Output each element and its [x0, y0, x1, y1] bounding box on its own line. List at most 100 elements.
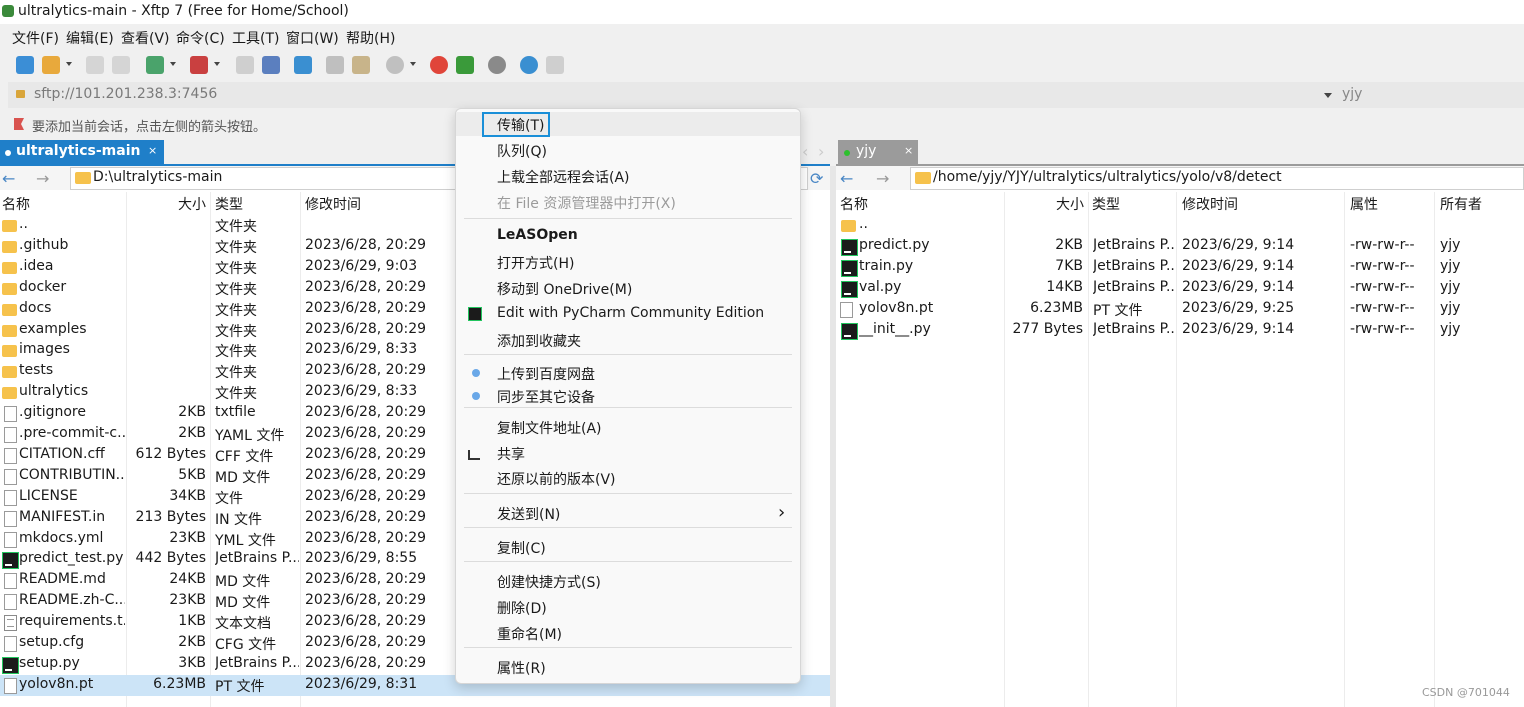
- menu-file[interactable]: 文件(F): [12, 28, 59, 48]
- menu-item-2[interactable]: 上载全部远程会话(A): [456, 164, 800, 188]
- column-type[interactable]: 类型: [1092, 194, 1120, 214]
- stop-icon[interactable]: [386, 56, 404, 74]
- cell-type: MD 文件: [215, 469, 271, 486]
- menu-item-15[interactable]: 共享: [456, 441, 800, 465]
- menu-item-18[interactable]: 发送到(N) ›: [456, 501, 800, 525]
- connect-icon[interactable]: [86, 56, 104, 74]
- column-size[interactable]: 大小: [178, 194, 206, 214]
- cell-size: 2KB: [1055, 236, 1083, 253]
- column-name[interactable]: 名称: [2, 194, 30, 214]
- cell-perm: -rw-rw-r--: [1350, 236, 1415, 253]
- menu-item-0[interactable]: 传输(T): [456, 112, 800, 137]
- paste-icon[interactable]: [352, 56, 370, 74]
- menu-item-20[interactable]: 复制(C): [456, 535, 800, 559]
- cell-size: 23KB: [169, 592, 206, 609]
- back-arrow-icon[interactable]: ←: [840, 169, 853, 188]
- table-row[interactable]: yolov8n.pt 6.23MB PT 文件 2023/6/29, 9:25 -rw-…: [836, 299, 1524, 320]
- cell-modified: 2023/6/28, 20:29: [305, 299, 427, 316]
- menu-window[interactable]: 窗口(W): [286, 28, 339, 48]
- cell-name: predict_test.py: [19, 550, 124, 567]
- cell-name: ultralytics: [19, 383, 89, 400]
- address-bar[interactable]: sftp://101.201.238.3:7456: [8, 82, 1338, 108]
- menu-item-7[interactable]: 移动到 OneDrive(M): [456, 276, 800, 300]
- menu-item-24[interactable]: 重命名(M): [456, 621, 800, 645]
- cell-modified: 2023/6/29, 9:25: [1182, 299, 1295, 316]
- cell-perm: -rw-rw-r--: [1350, 299, 1415, 316]
- back-arrow-icon[interactable]: ←: [2, 169, 15, 188]
- tab-prev-icon[interactable]: ‹: [802, 142, 808, 161]
- menu-item-11[interactable]: 上传到百度网盘: [456, 361, 800, 385]
- column-type[interactable]: 类型: [215, 194, 243, 214]
- record-icon[interactable]: [430, 56, 448, 74]
- column-owner[interactable]: 所有者: [1440, 194, 1482, 214]
- help-icon[interactable]: [520, 56, 538, 74]
- settings-icon[interactable]: [488, 56, 506, 74]
- column-name[interactable]: 名称: [840, 194, 868, 214]
- table-row[interactable]: val.py 14KB JetBrains P... 2023/6/29, 9:14 -…: [836, 278, 1524, 299]
- menu-item-12[interactable]: 同步至其它设备: [456, 384, 800, 408]
- table-row[interactable]: __init__.py 277 Bytes JetBrains P... 2023/6…: [836, 320, 1524, 341]
- menu-item-22[interactable]: 创建快捷方式(S): [456, 569, 800, 593]
- menu-item-23[interactable]: 删除(D): [456, 595, 800, 619]
- menu-command[interactable]: 命令(C): [176, 28, 225, 48]
- tab-status-dot: [5, 150, 11, 156]
- menu-view[interactable]: 查看(V): [121, 28, 170, 48]
- menu-item-6[interactable]: 打开方式(H): [456, 250, 800, 274]
- folder-icon: [2, 387, 17, 400]
- chat-icon[interactable]: [546, 56, 564, 74]
- menu-edit[interactable]: 编辑(E): [66, 28, 114, 48]
- column-size[interactable]: 大小: [1056, 194, 1084, 214]
- column-modified[interactable]: 修改时间: [305, 194, 361, 214]
- column-modified[interactable]: 修改时间: [1182, 194, 1238, 214]
- cell-modified: 2023/6/28, 20:29: [305, 466, 427, 483]
- table-row[interactable]: predict.py 2KB JetBrains P... 2023/6/29, 9:…: [836, 236, 1524, 257]
- column-attributes[interactable]: 属性: [1350, 194, 1378, 214]
- cell-size: 612 Bytes: [135, 445, 206, 462]
- menu-item-9[interactable]: 添加到收藏夹: [456, 328, 800, 352]
- transfer-icon[interactable]: [262, 56, 280, 74]
- close-icon[interactable]: ×: [148, 144, 157, 157]
- cell-size: 1KB: [178, 613, 206, 630]
- new-tab-icon[interactable]: [146, 56, 164, 74]
- menu-item-label: 共享: [497, 447, 525, 463]
- menu-tools[interactable]: 工具(T): [232, 28, 279, 48]
- cell-size: 2KB: [178, 634, 206, 650]
- menu-help[interactable]: 帮助(H): [346, 28, 395, 48]
- table-row[interactable]: train.py 7KB JetBrains P... 2023/6/29, 9:14…: [836, 257, 1524, 278]
- disconnect-icon[interactable]: [112, 56, 130, 74]
- chevron-down-icon[interactable]: [1324, 93, 1332, 98]
- flag-icon[interactable]: [14, 118, 24, 130]
- menu-item-label: 添加到收藏夹: [497, 334, 581, 350]
- table-row[interactable]: ..: [836, 215, 1524, 236]
- open-folder-icon[interactable]: [42, 56, 60, 74]
- cell-type: 文件夹: [215, 365, 257, 382]
- menu-item-26[interactable]: 属性(R): [456, 655, 800, 679]
- pycharm-icon: [468, 307, 482, 321]
- new-session-icon[interactable]: [16, 56, 34, 74]
- menu-item-label: 在 File 资源管理器中打开(X): [497, 196, 676, 212]
- copy-icon[interactable]: [326, 56, 344, 74]
- hint-text: 要添加当前会话，点击左侧的箭头按钮。: [32, 120, 267, 135]
- run-icon[interactable]: [190, 56, 208, 74]
- refresh-icon[interactable]: ⟳: [810, 169, 823, 188]
- forward-arrow-icon[interactable]: →: [36, 169, 49, 188]
- file-icon[interactable]: [236, 56, 254, 74]
- close-icon[interactable]: ×: [904, 144, 913, 157]
- menu-item-14[interactable]: 复制文件地址(A): [456, 415, 800, 439]
- menu-item-1[interactable]: 队列(Q): [456, 138, 800, 162]
- remote-path-input[interactable]: /home/yjy/YJY/ultralytics/ultralytics/yo…: [910, 167, 1524, 190]
- menu-item-8[interactable]: Edit with PyCharm Community Edition: [456, 302, 800, 326]
- forward-arrow-icon[interactable]: →: [876, 169, 889, 188]
- tab-remote[interactable]: yjy ×: [838, 140, 918, 164]
- session-field[interactable]: yjy: [1338, 82, 1524, 108]
- xshell-icon[interactable]: [456, 56, 474, 74]
- tab-next-icon[interactable]: ›: [818, 142, 824, 161]
- cell-type: 文件夹: [215, 344, 257, 361]
- menu-item-5[interactable]: LeASOpen: [456, 224, 800, 248]
- menu-item-16[interactable]: 还原以前的版本(V): [456, 466, 800, 490]
- menu-item-label: 打开方式(H): [497, 256, 575, 272]
- tab-local[interactable]: ultralytics-main ×: [0, 140, 164, 164]
- file-icon: [4, 489, 17, 506]
- sync-icon[interactable]: [294, 56, 312, 74]
- tab-local-label: ultralytics-main: [16, 143, 141, 159]
